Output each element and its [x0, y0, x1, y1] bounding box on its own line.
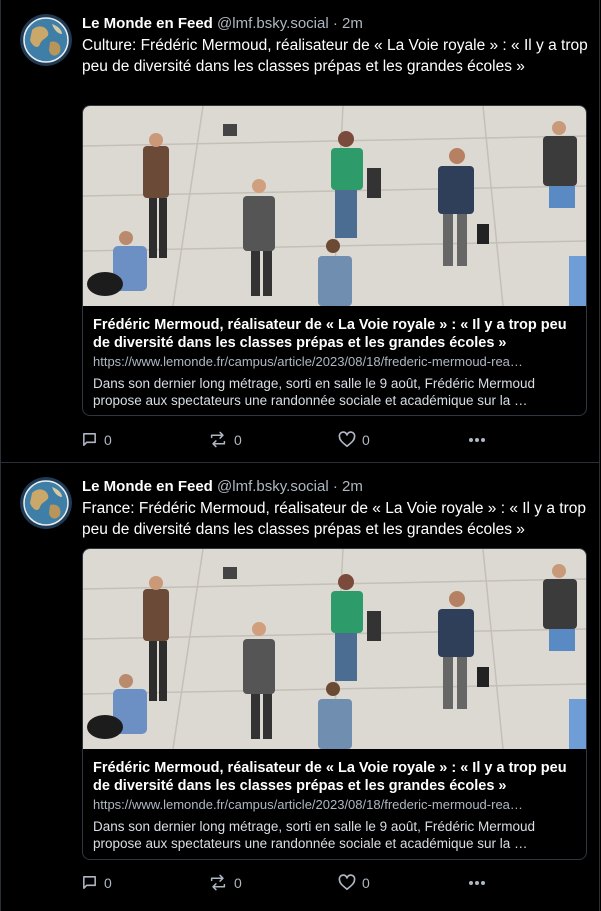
author-handle[interactable]: @lmf.bsky.social: [217, 15, 329, 32]
repost-count: 0: [234, 431, 242, 448]
author-name[interactable]: Le Monde en Feed: [82, 478, 213, 495]
reply-count: 0: [104, 874, 112, 891]
post-actions: 0 0 0: [81, 431, 501, 451]
link-card-image: [83, 549, 586, 749]
link-card-url: https://www.lemonde.fr/campus/article/20…: [93, 354, 523, 369]
more-icon: [469, 438, 485, 442]
link-card[interactable]: Frédéric Mermoud, réalisateur de « La Vo…: [82, 548, 587, 860]
globe-icon: [20, 14, 72, 66]
reply-icon: [83, 433, 96, 446]
separator: ·: [332, 478, 338, 495]
feed: Le Monde en Feed @lmf.bsky.social · 2m C…: [0, 0, 601, 911]
post-text: France: Frédéric Mermoud, réalisateur de…: [82, 500, 586, 538]
link-card-image: [83, 106, 586, 306]
more-icon: [469, 881, 485, 885]
post-header: Le Monde en Feed @lmf.bsky.social · 2m: [82, 14, 363, 33]
globe-icon: [20, 477, 72, 529]
author-handle[interactable]: @lmf.bsky.social: [217, 478, 329, 495]
link-card-title: Frédéric Mermoud, réalisateur de « La Vo…: [93, 317, 567, 351]
link-card[interactable]: Frédéric Mermoud, réalisateur de « La Vo…: [82, 105, 587, 416]
link-card-url: https://www.lemonde.fr/campus/article/20…: [93, 797, 523, 812]
heart-icon: [338, 874, 356, 891]
repost-icon: [210, 431, 226, 448]
post-text: Culture: Frédéric Mermoud, réalisateur d…: [82, 37, 588, 75]
post[interactable]: Le Monde en Feed @lmf.bsky.social · 2m F…: [0, 463, 600, 911]
like-count: 0: [362, 874, 370, 891]
post-header: Le Monde en Feed @lmf.bsky.social · 2m: [82, 477, 363, 496]
more-options-button[interactable]: [468, 431, 486, 448]
separator: ·: [332, 15, 338, 32]
reply-icon: [83, 876, 96, 889]
reply-button[interactable]: 0: [81, 874, 112, 891]
post-actions: 0 0 0: [81, 874, 501, 894]
more-options-button[interactable]: [468, 874, 486, 891]
author-name[interactable]: Le Monde en Feed: [82, 15, 213, 32]
link-card-description: Dans son dernier long métrage, sorti en …: [93, 376, 535, 408]
repost-icon: [210, 874, 226, 891]
like-button[interactable]: 0: [338, 431, 370, 448]
post-time[interactable]: 2m: [342, 15, 363, 32]
post[interactable]: Le Monde en Feed @lmf.bsky.social · 2m C…: [0, 0, 600, 463]
reply-button[interactable]: 0: [81, 431, 112, 448]
repost-count: 0: [234, 874, 242, 891]
link-card-description: Dans son dernier long métrage, sorti en …: [93, 819, 535, 851]
avatar[interactable]: [20, 14, 72, 66]
repost-button[interactable]: 0: [208, 431, 242, 448]
like-button[interactable]: 0: [338, 874, 370, 891]
like-count: 0: [362, 431, 370, 448]
avatar[interactable]: [20, 477, 72, 529]
repost-button[interactable]: 0: [208, 874, 242, 891]
link-card-title: Frédéric Mermoud, réalisateur de « La Vo…: [93, 760, 567, 794]
reply-count: 0: [104, 431, 112, 448]
post-time[interactable]: 2m: [342, 478, 363, 495]
heart-icon: [338, 431, 356, 448]
